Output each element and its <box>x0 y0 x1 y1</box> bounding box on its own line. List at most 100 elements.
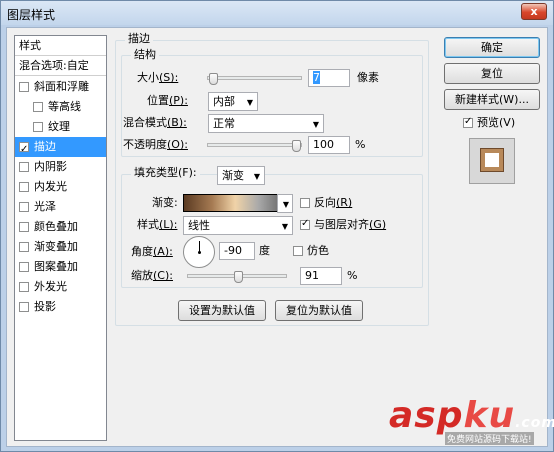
make-default-button[interactable]: 设置为默认值 <box>178 300 266 321</box>
style-item-outer-glow[interactable]: 外发光 <box>15 277 106 297</box>
inner-glow-checkbox[interactable] <box>19 182 29 192</box>
dither-checkbox[interactable] <box>293 246 303 256</box>
color-overlay-checkbox[interactable] <box>19 222 29 232</box>
style-item-color-overlay[interactable]: 颜色叠加 <box>15 217 106 237</box>
gradient-style-label: 样式(L): <box>137 218 178 231</box>
position-select[interactable]: 内部 ▼ <box>208 92 258 111</box>
size-label: 大小(S): <box>137 71 179 84</box>
new-style-button[interactable]: 新建样式(W)... <box>444 89 540 110</box>
style-list-header[interactable]: 样式 <box>15 36 106 56</box>
style-item-inner-shadow[interactable]: 内阴影 <box>15 157 106 177</box>
style-item-label: 纹理 <box>48 120 70 133</box>
inner-shadow-checkbox[interactable] <box>19 162 29 172</box>
align-with-layer-checkbox[interactable] <box>300 218 310 230</box>
size-input[interactable]: 7 <box>308 69 350 87</box>
reset-default-button[interactable]: 复位为默认值 <box>275 300 363 321</box>
reverse-checkbox[interactable] <box>300 198 310 208</box>
style-item-label: 图案叠加 <box>34 260 78 273</box>
align-with-layer-label: 与图层对齐(G) <box>314 218 387 231</box>
style-item-label: 内发光 <box>34 180 67 193</box>
fill-type-value: 渐变 <box>222 169 244 182</box>
gradient-style-value: 线性 <box>188 219 210 232</box>
preview-checkbox[interactable] <box>463 116 473 128</box>
angle-center <box>198 251 201 254</box>
opacity-slider-thumb[interactable] <box>292 140 301 152</box>
scale-slider-thumb[interactable] <box>234 271 243 283</box>
style-item-pattern-overlay[interactable]: 图案叠加 <box>15 257 106 277</box>
style-item-label: 投影 <box>34 300 56 313</box>
close-button[interactable]: x <box>521 3 547 20</box>
style-item-label: 颜色叠加 <box>34 220 78 233</box>
size-unit: 像素 <box>357 71 379 84</box>
opacity-unit: % <box>355 138 366 151</box>
satin-checkbox[interactable] <box>19 202 29 212</box>
dither-label: 仿色 <box>307 244 329 257</box>
style-item-drop-shadow[interactable]: 投影 <box>15 297 106 317</box>
style-item-label: 渐变叠加 <box>34 240 78 253</box>
fill-type-label: 填充类型(F): <box>131 166 200 180</box>
outer-glow-checkbox[interactable] <box>19 282 29 292</box>
window-title: 图层样式 <box>7 8 56 22</box>
opacity-label: 不透明度(O): <box>123 138 188 151</box>
contour-checkbox[interactable] <box>33 102 43 112</box>
gradient-picker-button[interactable]: ▼ <box>277 194 293 213</box>
style-item-satin[interactable]: 光泽 <box>15 197 106 217</box>
stroke-group-title: 描边 <box>125 32 153 46</box>
angle-label: 角度(A): <box>131 245 173 258</box>
site-watermark: aspku.com <box>389 395 554 436</box>
style-item-stroke[interactable]: 描边 <box>15 137 106 160</box>
style-item-label: 光泽 <box>34 200 56 213</box>
chevron-down-icon: ▼ <box>253 172 260 181</box>
style-item-label: 外发光 <box>34 280 67 293</box>
title-bar[interactable]: 图层样式 x <box>1 1 553 25</box>
blend-mode-label: 混合模式(B): <box>123 116 187 129</box>
gradient-style-select[interactable]: 线性 ▼ <box>183 216 293 235</box>
blend-options-item[interactable]: 混合选项:自定 <box>15 56 106 76</box>
scale-input[interactable]: 91 <box>300 267 342 285</box>
size-slider-track[interactable] <box>207 76 302 80</box>
scale-label: 缩放(C): <box>131 269 173 282</box>
gradient-overlay-checkbox[interactable] <box>19 242 29 252</box>
ok-button[interactable]: 确定 <box>444 37 540 58</box>
fill-type-select[interactable]: 渐变 ▼ <box>217 166 265 185</box>
reverse-label: 反向(R) <box>314 196 353 209</box>
style-item-texture[interactable]: 纹理 <box>15 117 106 137</box>
chevron-down-icon: ▼ <box>281 222 288 231</box>
opacity-slider-track[interactable] <box>207 143 302 147</box>
style-preview-thumbnail <box>469 138 515 184</box>
angle-dial[interactable] <box>183 236 215 268</box>
blend-mode-value: 正常 <box>213 117 235 130</box>
structure-group-title: 结构 <box>131 48 159 62</box>
chevron-down-icon: ▼ <box>312 120 319 129</box>
style-item-gradient-overlay[interactable]: 渐变叠加 <box>15 237 106 257</box>
blend-mode-select[interactable]: 正常 ▼ <box>208 114 324 133</box>
dialog-body: 样式 混合选项:自定 斜面和浮雕 等高线 纹理 描边 内阴影 <box>6 27 548 447</box>
bevel-checkbox[interactable] <box>19 82 29 92</box>
size-slider-thumb[interactable] <box>209 73 218 85</box>
style-item-contour[interactable]: 等高线 <box>15 97 106 117</box>
style-item-label: 描边 <box>34 140 56 153</box>
chevron-down-icon: ▼ <box>282 200 289 209</box>
chevron-down-icon: ▼ <box>246 98 253 107</box>
style-item-inner-glow[interactable]: 内发光 <box>15 177 106 197</box>
texture-checkbox[interactable] <box>33 122 43 132</box>
style-list: 样式 混合选项:自定 斜面和浮雕 等高线 纹理 描边 内阴影 <box>14 35 107 441</box>
scale-unit: % <box>347 269 358 282</box>
style-item-label: 内阴影 <box>34 160 67 173</box>
style-item-bevel[interactable]: 斜面和浮雕 <box>15 77 106 97</box>
angle-input[interactable]: -90 <box>219 242 255 260</box>
preview-square <box>481 149 503 171</box>
gradient-swatch[interactable] <box>183 194 278 212</box>
layer-style-dialog: 图层样式 x 样式 混合选项:自定 斜面和浮雕 等高线 纹理 描边 <box>0 0 554 452</box>
pattern-overlay-checkbox[interactable] <box>19 262 29 272</box>
reset-button[interactable]: 复位 <box>444 63 540 84</box>
position-value: 内部 <box>213 95 235 108</box>
stroke-checkbox[interactable] <box>19 140 29 160</box>
drop-shadow-checkbox[interactable] <box>19 302 29 312</box>
preview-label: 预览(V) <box>477 116 516 129</box>
style-item-label: 斜面和浮雕 <box>34 80 89 93</box>
angle-unit: 度 <box>259 244 270 257</box>
position-label: 位置(P): <box>147 94 188 107</box>
site-watermark-subtitle: 免费网站源码下载站! <box>445 432 534 445</box>
opacity-input[interactable]: 100 <box>308 136 350 154</box>
